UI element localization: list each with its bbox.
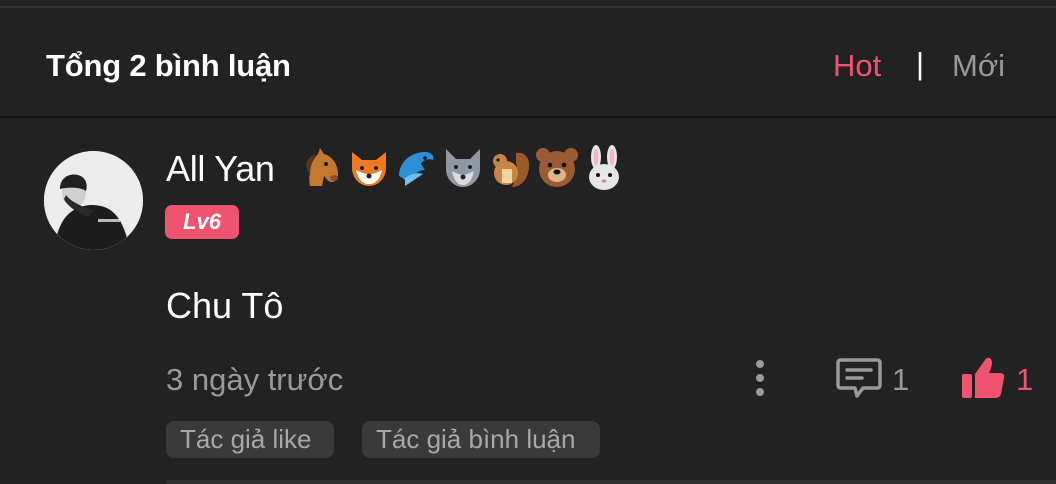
comment-bubble-icon — [836, 358, 882, 398]
rabbit-face-icon — [580, 144, 627, 192]
emoji-badges — [298, 144, 627, 192]
avatar[interactable] — [44, 151, 143, 250]
sort-new-tab[interactable]: Mới — [952, 48, 1005, 84]
bottom-divider — [166, 480, 1056, 484]
thumbs-up-icon — [962, 357, 1005, 398]
like-count: 1 — [1016, 362, 1034, 397]
header-divider — [0, 116, 1056, 118]
chipmunk-icon — [486, 144, 533, 192]
comments-header: Tổng 2 bình luận Hot | Mới — [0, 8, 1056, 118]
bear-face-icon — [533, 144, 580, 192]
tag-author-commented: Tác giả bình luận — [362, 421, 600, 458]
sort-separator: | — [916, 46, 925, 81]
more-options-button[interactable] — [744, 356, 776, 400]
wolf-face-icon — [439, 144, 486, 192]
fox-face-icon — [345, 144, 392, 192]
dolphin-icon — [392, 144, 439, 192]
tag-author-liked: Tác giả like — [166, 421, 334, 458]
more-vertical-icon — [756, 360, 764, 396]
level-badge: Lv6 — [165, 205, 239, 239]
comment-username[interactable]: All Yan — [166, 148, 275, 190]
comment-text: Chu Tô — [166, 285, 284, 326]
horse-face-icon — [298, 144, 345, 192]
comment-timestamp: 3 ngày trước — [166, 362, 344, 397]
reply-count: 1 — [892, 362, 910, 397]
sort-hot-tab[interactable]: Hot — [833, 48, 881, 84]
comment-count-title: Tổng 2 bình luận — [46, 48, 291, 83]
